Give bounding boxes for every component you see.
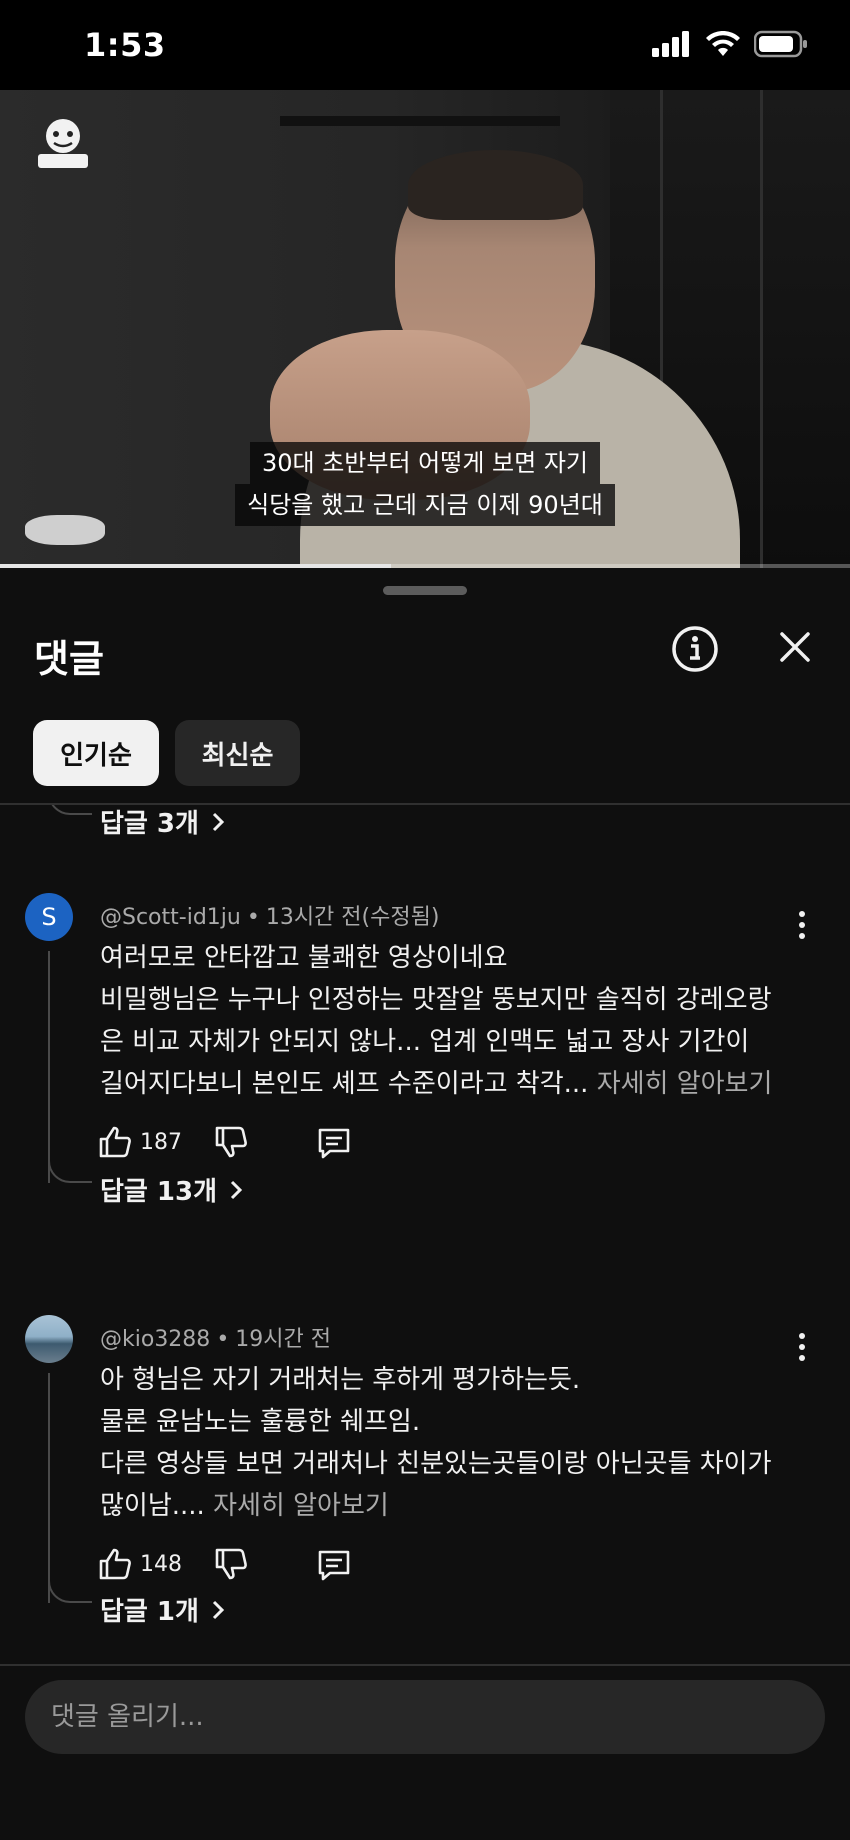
chip-newest[interactable]: 최신순 (175, 720, 300, 786)
chip-popular[interactable]: 인기순 (33, 720, 159, 786)
status-bar: 1:53 (0, 0, 850, 90)
info-icon (672, 626, 718, 672)
dislike-button[interactable] (214, 1547, 248, 1581)
comment-text: 많이남.... (100, 1491, 205, 1521)
reply-link-label: 답글 13개 (100, 1177, 217, 1207)
thumbs-up-icon (99, 1548, 131, 1580)
thumbs-up-icon (99, 1126, 131, 1158)
divider (0, 1664, 850, 1666)
more-options-button[interactable] (790, 907, 814, 943)
comment-text-line: 물론 윤남노는 훌륭한 쉐프임. (100, 1407, 421, 1437)
battery-icon (754, 30, 807, 58)
reply-link[interactable]: 답글 13개 (100, 1171, 243, 1208)
reply-link[interactable]: 답글 1개 (100, 1591, 225, 1628)
more-options-button[interactable] (790, 1329, 814, 1365)
thread-line (48, 1373, 50, 1603)
status-icons (652, 30, 808, 58)
read-more-link[interactable]: 자세히 알아보기 (213, 1491, 389, 1521)
drag-handle[interactable] (383, 586, 467, 595)
reply-button[interactable] (316, 1547, 352, 1583)
thread-line (48, 951, 50, 1183)
video-player[interactable]: 30대 초반부터 어떻게 보면 자기 식당을 했고 근데 지금 이제 90년대 (0, 90, 850, 568)
reply-button[interactable] (316, 1125, 352, 1161)
thumbs-down-icon (215, 1548, 247, 1580)
chevron-right-icon (230, 1180, 243, 1199)
chevron-right-icon (212, 1600, 225, 1619)
like-button[interactable]: 148 (98, 1547, 182, 1581)
dislike-button[interactable] (214, 1125, 248, 1159)
avatar[interactable]: S (25, 893, 73, 941)
close-button[interactable] (772, 624, 818, 670)
thread-connector (48, 1577, 92, 1603)
close-icon (780, 632, 810, 662)
comment-text-line: 다른 영상들 보면 거래처나 친분있는곳들이랑 아닌곳들 차이가 (100, 1449, 772, 1479)
comment-time: 19시간 전 (235, 1327, 332, 1352)
sheet-title: 댓글 (34, 637, 104, 681)
comment-text-line: 여러모로 안타깝고 불쾌한 영상이네요 (100, 943, 508, 973)
comment-text-line: 은 비교 자체가 안되지 않나... 업계 인맥도 넓고 장사 기간이 (100, 1027, 750, 1057)
thread-connector (48, 1157, 92, 1183)
comment-text-line: 많이남.... 자세히 알아보기 (100, 1485, 389, 1522)
like-button[interactable]: 187 (98, 1125, 182, 1159)
chevron-right-icon (212, 812, 225, 831)
comment-text-line: 길어지다보니 본인도 셰프 수준이라고 착각... 자세히 알아보기 (100, 1063, 772, 1100)
like-count: 187 (140, 1129, 182, 1155)
comment-meta: @kio3288 • 19시간 전 (100, 1327, 332, 1352)
like-count: 148 (140, 1551, 182, 1577)
thread-connector (48, 805, 92, 815)
comment-input[interactable] (25, 1680, 825, 1754)
reply-link-label: 답글 1개 (100, 1597, 199, 1627)
caption-line: 30대 초반부터 어떻게 보면 자기 (249, 442, 600, 484)
reply-comment-icon (318, 1128, 350, 1159)
reply-comment-icon (318, 1550, 350, 1581)
comment-time: 13시간 전(수정됨) (265, 905, 440, 930)
comment-text-line: 아 형님은 자기 거래처는 후하게 평가하는듯. (100, 1365, 581, 1395)
reply-link[interactable]: 답글 3개 (100, 805, 225, 840)
cellular-signal-icon (652, 31, 689, 57)
comments-sheet: 댓글 인기순 최신순 답글 3개 S @Scott-id1ju • 13시간 전(수… (0, 568, 850, 1840)
comment-author[interactable]: @kio3288 (100, 1327, 210, 1352)
avatar[interactable] (25, 1315, 73, 1363)
comment-text: 길어지다보니 본인도 셰프 수준이라고 착각... (100, 1069, 589, 1099)
person-hair (408, 150, 583, 220)
captions: 30대 초반부터 어떻게 보면 자기 식당을 했고 근데 지금 이제 90년대 (0, 442, 850, 526)
comment-text-line: 비밀행님은 누구나 인정하는 맛잘알 뚱보지만 솔직히 강레오랑 (100, 985, 772, 1015)
comment-meta: @Scott-id1ju • 13시간 전(수정됨) (100, 905, 440, 930)
thumbs-down-icon (215, 1126, 247, 1158)
channel-logo (38, 119, 88, 168)
background-shelf (280, 116, 560, 126)
wifi-icon (706, 31, 740, 56)
info-button[interactable] (670, 624, 720, 674)
status-time: 1:53 (84, 26, 166, 64)
comment-author[interactable]: @Scott-id1ju (100, 905, 241, 930)
caption-line: 식당을 했고 근데 지금 이제 90년대 (235, 484, 615, 526)
comment-list[interactable]: 답글 3개 S @Scott-id1ju • 13시간 전(수정됨) 여러모로 안타… (0, 805, 850, 1705)
comment-input-bar[interactable] (25, 1680, 825, 1754)
reply-link-label: 답글 3개 (100, 809, 199, 839)
read-more-link[interactable]: 자세히 알아보기 (597, 1069, 773, 1099)
